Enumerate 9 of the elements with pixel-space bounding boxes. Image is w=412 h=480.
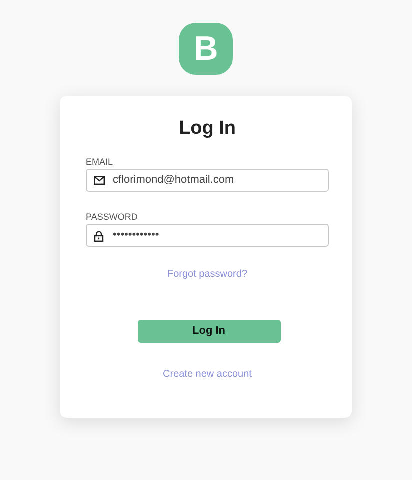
email-field[interactable]: cflorimond@hotmail.com xyxy=(86,168,329,192)
password-field[interactable]: •••••••••••• xyxy=(86,224,329,247)
field-label: EMAIL xyxy=(86,156,114,168)
login-button[interactable]: Log In xyxy=(138,320,280,343)
page-title: Log In xyxy=(178,118,237,141)
lock-icon xyxy=(94,230,104,242)
field-label: PASSWORD xyxy=(86,212,139,223)
mail-icon xyxy=(94,176,105,185)
app-logo: B xyxy=(179,23,233,75)
